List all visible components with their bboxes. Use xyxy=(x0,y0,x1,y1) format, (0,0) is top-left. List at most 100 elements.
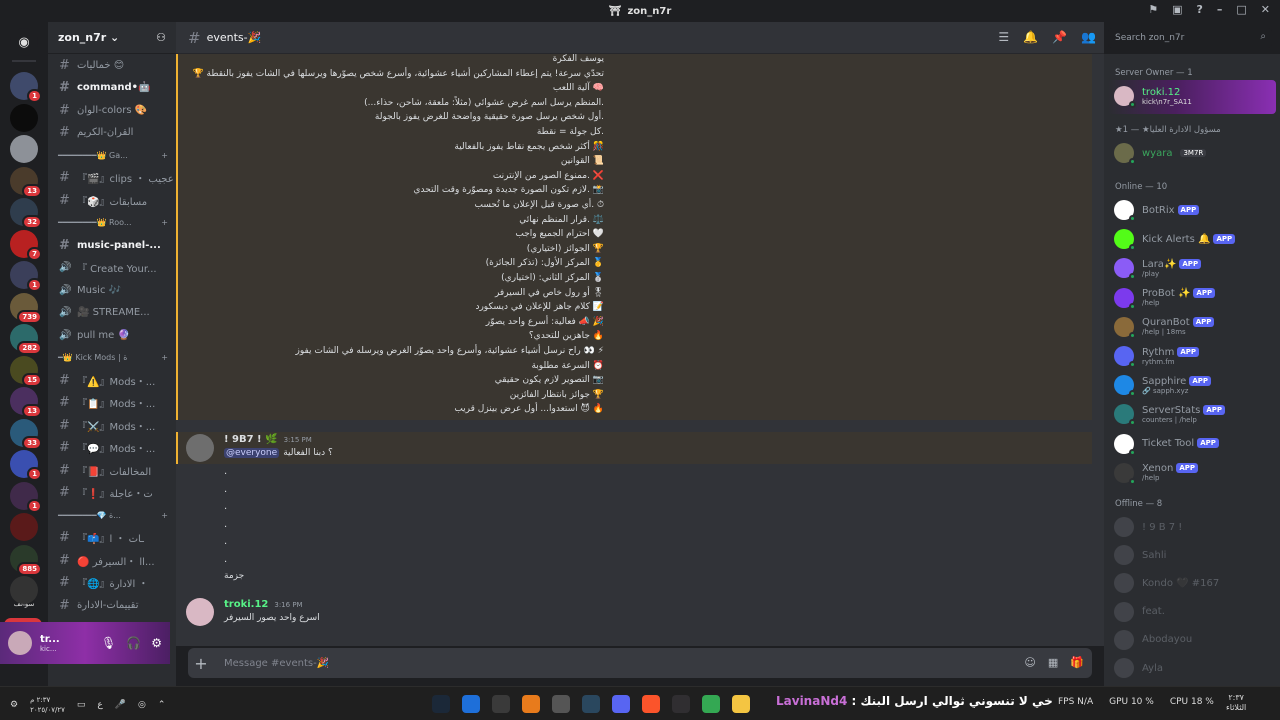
server-icon[interactable]: 32 xyxy=(10,198,42,229)
text-channel[interactable]: # music-panel-... xyxy=(48,234,176,257)
discord-icon[interactable] xyxy=(612,695,630,713)
tray-chevron-up-icon[interactable]: ⌃ xyxy=(158,700,166,710)
text-channel[interactable]: # القران-الكريم xyxy=(48,122,176,145)
avatar[interactable] xyxy=(186,434,214,462)
app-orange-icon[interactable] xyxy=(522,695,540,713)
pin-icon[interactable]: 📌 xyxy=(1052,30,1067,44)
member-offline[interactable]: Kondo 🖤 #167 xyxy=(1114,573,1219,594)
author-name[interactable]: troki.12 xyxy=(224,599,268,610)
category-header[interactable]: ━👑 Kick Mods | ة + xyxy=(48,347,176,370)
text-channel[interactable]: # 『⚠️』Mods・... xyxy=(48,369,176,392)
search-input[interactable]: Search zon_n7r ⌕ xyxy=(1108,28,1272,48)
add-channel-icon[interactable]: + xyxy=(161,511,168,520)
voice-channel[interactable]: 🔊 🎥 STREAME... xyxy=(48,302,176,325)
lang-indicator[interactable]: ع xyxy=(97,700,102,710)
message-author[interactable]: troki.12 3:16 PM xyxy=(224,599,303,610)
server-icon[interactable]: 739 xyxy=(10,292,42,324)
member-offline[interactable]: Sahli xyxy=(1114,545,1166,566)
app-blue-icon[interactable] xyxy=(462,695,480,713)
mention-everyone[interactable]: @everyone xyxy=(224,448,280,458)
server-icon[interactable]: 1 xyxy=(10,450,42,481)
message-author[interactable]: ! 9B7 ! 🌿 3:15 PM xyxy=(224,434,312,445)
text-channel[interactable]: # 『🌐』الادارة ・ xyxy=(48,572,176,595)
server-icon[interactable]: 7 xyxy=(10,229,42,261)
server-icon[interactable] xyxy=(10,103,38,132)
text-channel[interactable]: # 🔴 اا ・السيرفر... xyxy=(48,549,176,572)
server-icon[interactable]: 13 xyxy=(10,166,42,198)
gif-icon[interactable]: ▦ xyxy=(1048,656,1058,669)
steam2-icon[interactable] xyxy=(582,695,600,713)
text-channel[interactable]: # 『❗』ت・عاجلة xyxy=(48,482,176,505)
member-bot[interactable]: Rythm APP rythm.fm xyxy=(1114,346,1200,368)
server-icon[interactable] xyxy=(10,135,38,163)
avatar[interactable] xyxy=(8,631,32,655)
chrome-icon[interactable] xyxy=(702,695,720,713)
server-icon[interactable]: 282 xyxy=(10,324,42,355)
add-member-icon[interactable]: ⚇ xyxy=(156,31,166,44)
gift-icon[interactable]: 🎁 xyxy=(1070,656,1084,669)
member-bot[interactable]: BotRix APP xyxy=(1114,200,1200,222)
network-icon[interactable]: ◎ xyxy=(138,700,146,710)
member-bot[interactable]: Lara✨ APP/play xyxy=(1114,258,1202,281)
member-bot[interactable]: QuranBot APP/help | 18ms xyxy=(1114,316,1215,339)
text-channel[interactable]: # 『🎲』مسابقات xyxy=(48,189,176,212)
help-icon[interactable]: ? xyxy=(1196,3,1202,16)
server-icon[interactable]: 1 xyxy=(10,261,42,292)
brave-icon[interactable] xyxy=(642,695,660,713)
discord-home-icon[interactable]: ◉ xyxy=(10,28,38,56)
member-owner[interactable]: troki.12 kick\n7r_SA11 xyxy=(1114,86,1192,108)
member-bot[interactable]: Sapphire APP 🔗 sapph.xyz xyxy=(1114,375,1212,398)
text-channel[interactable]: # تقييمات-الادارة xyxy=(48,594,176,617)
settings-icon[interactable]: ⚙ xyxy=(10,700,18,710)
add-channel-icon[interactable]: + xyxy=(161,218,168,227)
headphones-icon[interactable]: 🎧 xyxy=(126,636,141,650)
server-icon[interactable]: 33 xyxy=(10,418,42,450)
settings-gear-icon[interactable]: ⚙ xyxy=(151,636,162,650)
microphone-icon[interactable]: 🎙 xyxy=(101,636,116,650)
close-button[interactable]: ✕ xyxy=(1261,3,1270,16)
text-channel[interactable]: # 『🎬』clips ・ عجيب xyxy=(48,167,176,190)
member-bot[interactable]: ProBot ✨ APP/help xyxy=(1114,287,1216,310)
member-bot[interactable]: ServerStats APP counters | /help xyxy=(1114,404,1226,427)
text-channel[interactable]: # 『📋』Mods・... xyxy=(48,392,176,415)
voice-channel[interactable]: 🔊 pull me 🔮 xyxy=(48,324,176,347)
member-offline[interactable]: Ayla xyxy=(1114,658,1163,678)
voice-channel[interactable]: 🔊 『 Create Your... xyxy=(48,257,176,280)
member-bot[interactable]: Kick Alerts 🔔 APP xyxy=(1114,229,1236,252)
member-bot[interactable]: Xenon APP/help xyxy=(1114,462,1199,485)
text-channel[interactable]: # 『📫』ـات ・ ا xyxy=(48,527,176,550)
emoji-icon[interactable]: ☺ xyxy=(1024,656,1035,669)
member-bot[interactable]: Ticket Tool APP xyxy=(1114,433,1219,456)
server-icon[interactable]: 1 xyxy=(10,72,42,103)
text-channel[interactable]: # الوان-colors 🎨 xyxy=(48,99,176,122)
guild-header[interactable]: zon_n7r ⌄ ⚇ xyxy=(48,22,176,54)
clock[interactable]: ٢:٣٧ الثلاثاء xyxy=(1226,693,1246,713)
obs-icon[interactable] xyxy=(672,695,690,713)
text-channel[interactable]: # 『⚔️』Mods・... xyxy=(48,414,176,437)
message-composer[interactable]: + Message #events-🎉 ☺ ▦ 🎁 xyxy=(188,648,1092,678)
mic-icon[interactable]: 🎤 xyxy=(115,700,126,710)
server-icon[interactable]: 13 xyxy=(10,387,42,418)
member-list-icon[interactable]: 👥 xyxy=(1081,30,1096,44)
member-offline[interactable]: Abodayou xyxy=(1114,629,1192,650)
category-header[interactable]: ━━━━━━━━👑 Ga... + xyxy=(48,144,176,167)
inbox-flag-icon[interactable]: ⚑ xyxy=(1148,3,1158,16)
server-icon[interactable]: 885 xyxy=(10,544,42,576)
avatar[interactable] xyxy=(186,598,214,626)
server-icon[interactable] xyxy=(10,576,38,604)
add-channel-icon[interactable]: + xyxy=(161,353,168,362)
add-channel-icon[interactable]: + xyxy=(161,151,168,160)
monitor-icon[interactable]: ▭ xyxy=(77,700,86,710)
category-header[interactable]: ━━━━━━━━💎 ة... + xyxy=(48,504,176,527)
member-admin[interactable]: wyara 3M7R xyxy=(1114,143,1207,165)
text-channel[interactable]: # 『💬』Mods・... xyxy=(48,437,176,460)
app-gray-icon[interactable] xyxy=(552,695,570,713)
threads-icon[interactable]: ☰ xyxy=(998,30,1009,44)
steam-icon[interactable] xyxy=(432,695,450,713)
member-offline[interactable]: feat. xyxy=(1114,601,1165,622)
add-attachment-icon[interactable]: + xyxy=(188,648,214,678)
explorer-icon[interactable] xyxy=(732,695,750,713)
screen-share-icon[interactable]: ▣ xyxy=(1172,3,1182,16)
server-icon[interactable]: 15 xyxy=(10,355,42,387)
maximize-button[interactable]: □ xyxy=(1236,3,1246,16)
